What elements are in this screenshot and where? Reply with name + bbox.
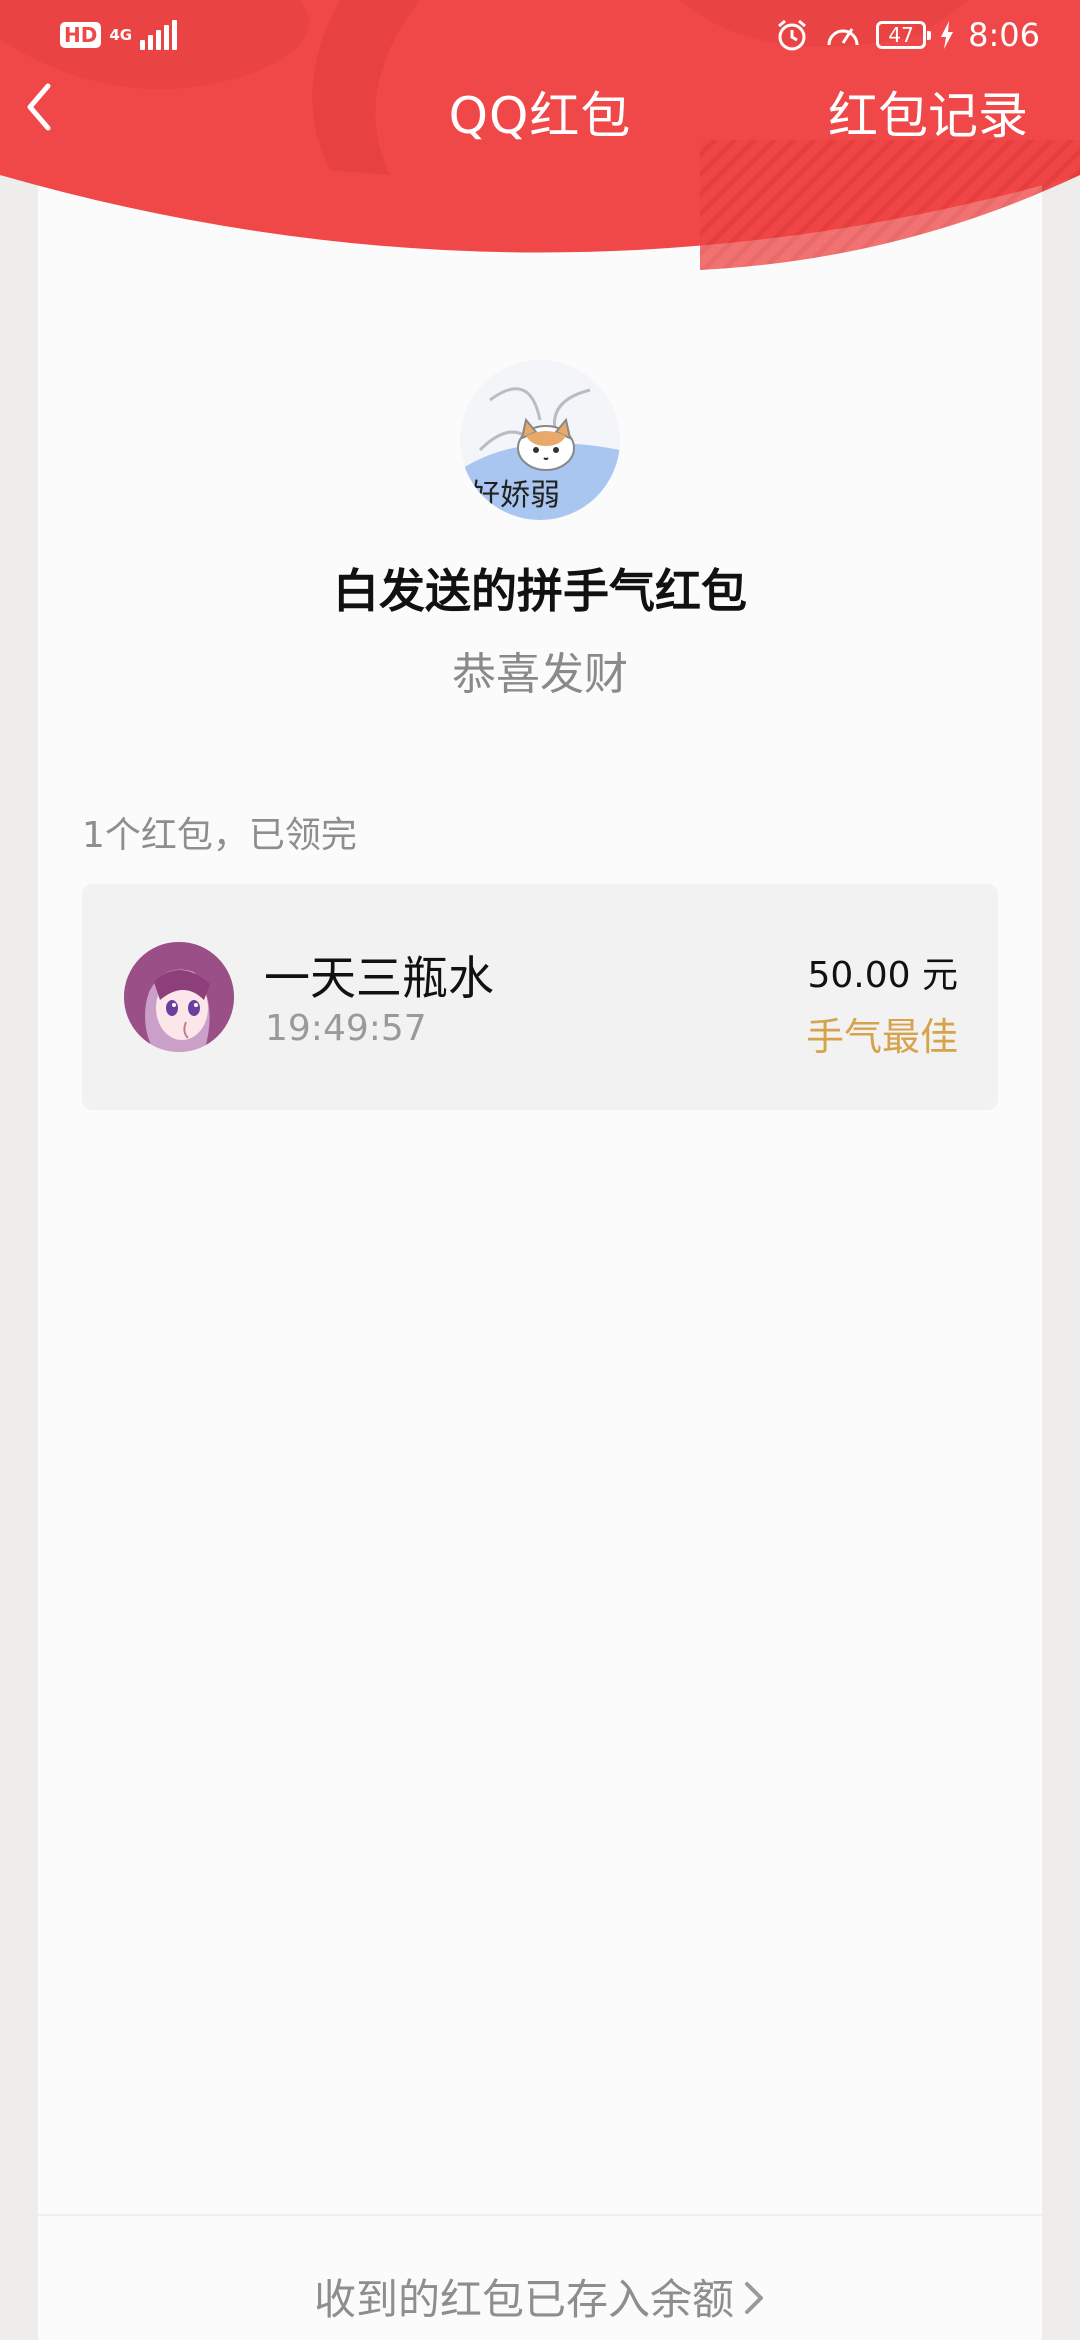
anime-avatar-image <box>124 942 234 1052</box>
receive-time: 19:49:57 <box>265 1008 427 1049</box>
alarm-icon <box>778 19 807 51</box>
sender-title: 白发送的拼手气红包 <box>333 564 747 618</box>
receiver-name: 一天三瓶水 <box>264 951 494 1005</box>
status-left: HD 4G <box>60 20 178 50</box>
best-luck-badge: 手气最佳 <box>805 1015 958 1059</box>
speed-meter-icon <box>827 28 859 46</box>
status-right: 47 8:06 <box>774 16 1040 54</box>
red-packet-detail-screen: HD 4G 47 8:06 QQ红包 红包记录 好娇弱 白发送的拼手气红包 恭喜… <box>0 0 1080 2340</box>
hd-badge: HD <box>60 22 102 48</box>
charging-icon <box>941 21 954 49</box>
greeting-message: 恭喜发财 <box>452 649 628 700</box>
battery-level: 47 <box>888 23 914 47</box>
chevron-right-icon <box>742 2278 766 2328</box>
sender-avatar[interactable]: 好娇弱 <box>460 360 620 520</box>
balance-deposit-text: 收到的红包已存入余额 <box>313 2275 734 2324</box>
cat-meme-image: 好娇弱 <box>460 360 620 520</box>
amount-value: 50.00 <box>807 955 911 996</box>
balance-deposit-link[interactable]: 收到的红包已存入余额 <box>0 2266 1080 2328</box>
signal-strength-icon <box>140 20 178 50</box>
network-type: 4G <box>109 25 133 44</box>
received-amount: 50.00 元 <box>807 946 958 998</box>
battery-icon: 47 <box>876 21 932 49</box>
divider <box>38 2214 1042 2216</box>
clock-time: 8:06 <box>968 16 1040 54</box>
list-item[interactable]: 一天三瓶水 19:49:57 50.00 元 手气最佳 <box>82 884 998 1110</box>
status-bar: HD 4G 47 8:06 <box>0 0 1080 74</box>
currency-unit: 元 <box>921 955 958 996</box>
red-packet-records-link[interactable]: 红包记录 <box>828 76 1028 148</box>
claim-summary: 1个红包，已领完 <box>82 815 357 856</box>
avatar[interactable] <box>124 942 234 1052</box>
navigation-bar: QQ红包 红包记录 <box>0 70 1080 180</box>
